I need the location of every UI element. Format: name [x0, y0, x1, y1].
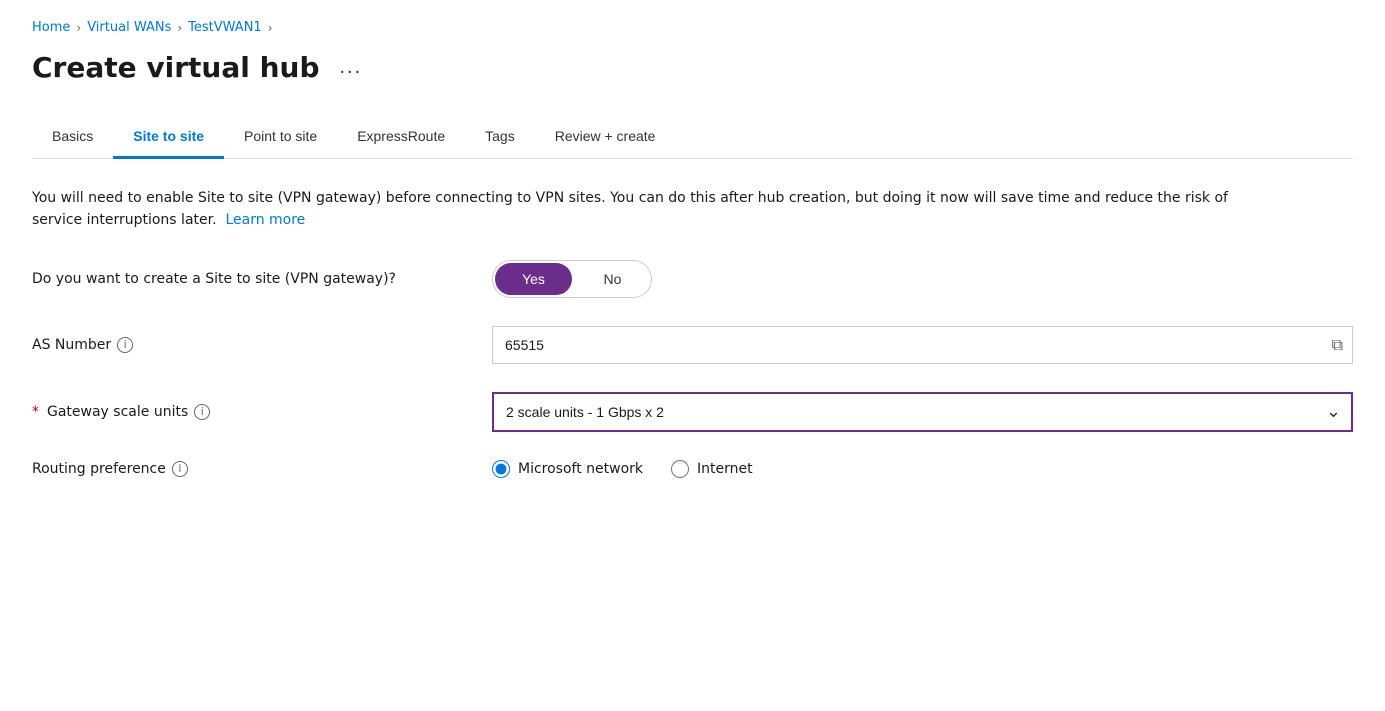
- breadcrumb-home[interactable]: Home: [32, 20, 70, 35]
- routing-preference-label: Routing preference: [32, 461, 166, 477]
- tab-basics[interactable]: Basics: [32, 116, 113, 159]
- vpn-gateway-row: Do you want to create a Site to site (VP…: [32, 260, 1353, 298]
- gateway-scale-units-select-wrapper: 1 scale unit - 500 Mbps x 2 2 scale unit…: [492, 392, 1353, 432]
- gateway-scale-units-select[interactable]: 1 scale unit - 500 Mbps x 2 2 scale unit…: [492, 392, 1353, 432]
- routing-microsoft-radio[interactable]: [492, 460, 510, 478]
- tab-tags[interactable]: Tags: [465, 116, 535, 159]
- breadcrumb-testvwan1[interactable]: TestVWAN1: [188, 20, 262, 35]
- as-number-input-wrapper: ⧉: [492, 326, 1353, 364]
- gateway-scale-units-label-area: Gateway scale units i: [32, 404, 492, 420]
- page-title-area: Create virtual hub ...: [32, 51, 1353, 84]
- routing-internet-text: Internet: [697, 461, 753, 477]
- toggle-yes-button[interactable]: Yes: [495, 263, 572, 295]
- routing-preference-control: Microsoft network Internet: [492, 460, 1353, 478]
- as-number-info-icon[interactable]: i: [117, 337, 133, 353]
- routing-preference-info-icon[interactable]: i: [172, 461, 188, 477]
- vpn-gateway-label: Do you want to create a Site to site (VP…: [32, 271, 492, 287]
- breadcrumb-sep-3: ›: [268, 21, 273, 35]
- routing-preference-label-area: Routing preference i: [32, 461, 492, 477]
- info-text: You will need to enable Site to site (VP…: [32, 187, 1232, 232]
- routing-internet-radio[interactable]: [671, 460, 689, 478]
- vpn-gateway-toggle: Yes No: [492, 260, 652, 298]
- copy-icon[interactable]: ⧉: [1332, 335, 1343, 355]
- as-number-label-area: AS Number i: [32, 337, 492, 353]
- learn-more-link[interactable]: Learn more: [225, 212, 305, 228]
- tab-point-to-site[interactable]: Point to site: [224, 116, 337, 159]
- breadcrumb-sep-2: ›: [177, 21, 182, 35]
- vpn-gateway-control: Yes No: [492, 260, 1353, 298]
- as-number-row: AS Number i ⧉: [32, 326, 1353, 364]
- vpn-gateway-label-text: Do you want to create a Site to site (VP…: [32, 271, 396, 287]
- gateway-scale-units-control: 1 scale unit - 500 Mbps x 2 2 scale unit…: [492, 392, 1353, 432]
- gateway-scale-units-info-icon[interactable]: i: [194, 404, 210, 420]
- gateway-scale-units-label: Gateway scale units: [47, 404, 188, 420]
- info-text-main: You will need to enable Site to site (VP…: [32, 190, 1228, 228]
- tab-nav: Basics Site to site Point to site Expres…: [32, 116, 1353, 159]
- gateway-scale-units-row: Gateway scale units i 1 scale unit - 500…: [32, 392, 1353, 432]
- routing-preference-radio-group: Microsoft network Internet: [492, 460, 1353, 478]
- routing-preference-row: Routing preference i Microsoft network I…: [32, 460, 1353, 478]
- routing-internet-label[interactable]: Internet: [671, 460, 753, 478]
- as-number-label: AS Number: [32, 337, 111, 353]
- breadcrumb: Home › Virtual WANs › TestVWAN1 ›: [32, 20, 1353, 35]
- tab-review-create[interactable]: Review + create: [535, 116, 676, 159]
- more-options-button[interactable]: ...: [332, 52, 371, 83]
- as-number-control: ⧉: [492, 326, 1353, 364]
- page-title: Create virtual hub: [32, 51, 320, 84]
- routing-microsoft-label[interactable]: Microsoft network: [492, 460, 643, 478]
- as-number-input[interactable]: [492, 326, 1353, 364]
- toggle-no-button[interactable]: No: [574, 261, 651, 297]
- tab-site-to-site[interactable]: Site to site: [113, 116, 224, 159]
- routing-microsoft-text: Microsoft network: [518, 461, 643, 477]
- breadcrumb-sep-1: ›: [76, 21, 81, 35]
- breadcrumb-virtual-wans[interactable]: Virtual WANs: [87, 20, 171, 35]
- tab-expressroute[interactable]: ExpressRoute: [337, 116, 465, 159]
